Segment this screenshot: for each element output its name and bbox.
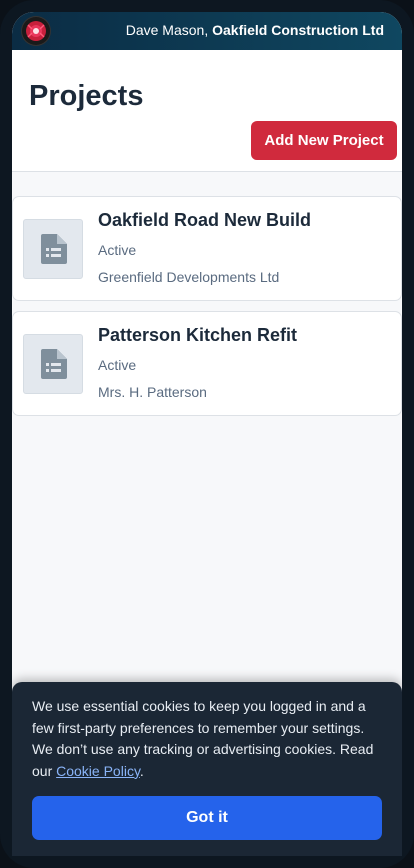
project-client: Greenfield Developments Ltd [98,269,280,285]
app-screen: Dave Mason, Oakfield Construction Ltd Pr… [12,12,402,856]
cookie-message-end: . [139,762,144,779]
user-name: Dave Mason, [125,22,209,38]
account-label[interactable]: Dave Mason, Oakfield Construction Ltd [126,22,384,38]
document-icon [41,234,67,264]
document-icon [41,349,67,379]
page-header: Projects Add New Project [12,50,402,172]
page-title: Projects [29,80,144,112]
phone-frame: Dave Mason, Oakfield Construction Ltd Pr… [0,0,414,868]
project-client: Mrs. H. Patterson [98,384,207,400]
brand-logo-icon[interactable] [22,17,50,45]
got-it-button[interactable]: Got it [32,796,382,840]
project-title: Patterson Kitchen Refit [98,325,298,345]
top-bar: Dave Mason, Oakfield Construction Ltd [12,12,402,50]
cookie-banner-text: We use essential cookies to keep you log… [32,696,384,782]
project-card[interactable]: Oakfield Road New Build Active Greenfiel… [12,196,402,301]
add-new-project-button[interactable]: Add New Project [251,121,397,160]
project-status: Active [98,242,137,258]
company-name: Oakfield Construction Ltd [212,22,384,38]
project-thumbnail [23,219,83,279]
project-status: Active [98,357,137,373]
cookie-banner: We use essential cookies to keep you log… [12,682,402,856]
cookie-policy-link[interactable]: Cookie Policy [56,763,140,779]
project-card[interactable]: Patterson Kitchen Refit Active Mrs. H. P… [12,311,402,416]
project-thumbnail [23,334,83,394]
project-title: Oakfield Road New Build [98,210,312,230]
